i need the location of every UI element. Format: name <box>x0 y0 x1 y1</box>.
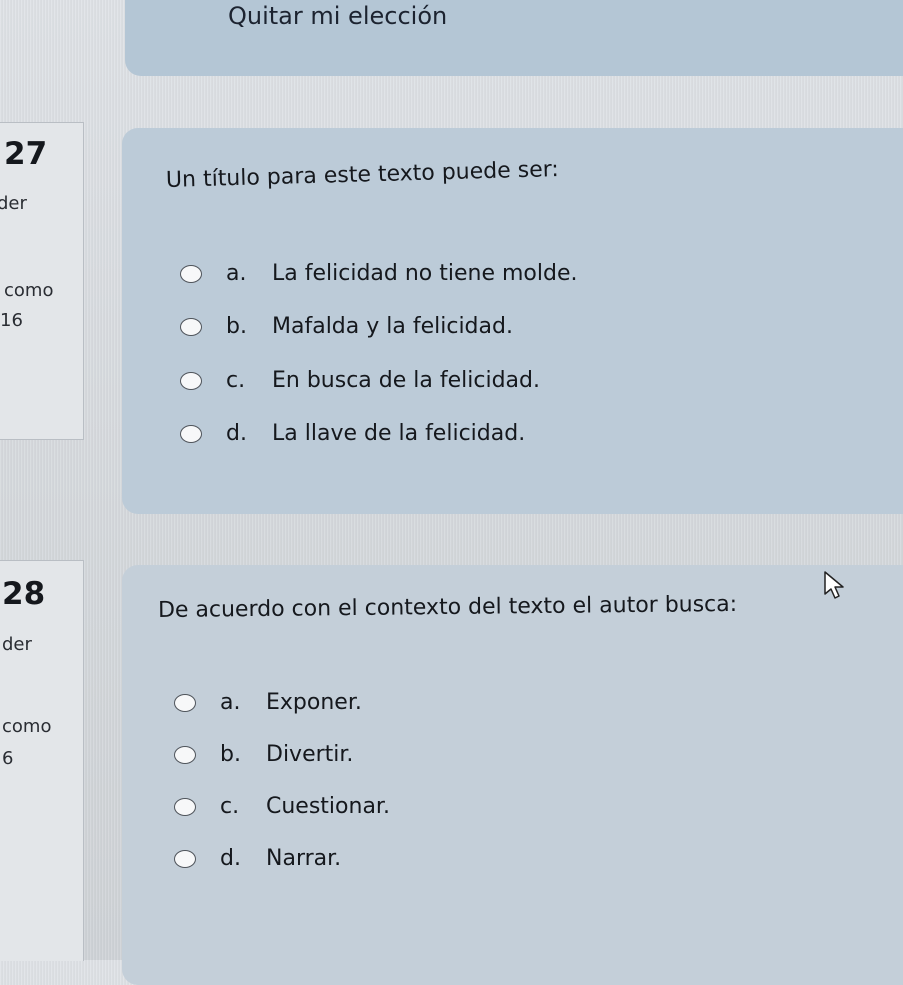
question-info-text: como <box>4 280 54 301</box>
question-info-text: como <box>2 716 52 737</box>
answer-option-d[interactable]: d. Narrar. <box>174 846 341 871</box>
radio-unselected-icon[interactable] <box>174 797 196 816</box>
answer-option-d[interactable]: d. La llave de la felicidad. <box>180 421 525 446</box>
radio-unselected-icon[interactable] <box>180 317 202 336</box>
option-letter: b. <box>226 314 247 339</box>
question-panel <box>122 565 903 985</box>
question-info-text: der <box>2 634 32 655</box>
answer-option-b[interactable]: b. Mafalda y la felicidad. <box>180 314 513 339</box>
option-letter: a. <box>220 690 241 715</box>
option-letter: b. <box>220 742 241 767</box>
option-text: Exponer. <box>266 690 362 715</box>
option-text: Divertir. <box>266 742 354 767</box>
radio-unselected-icon[interactable] <box>180 371 202 390</box>
option-letter: d. <box>226 421 247 446</box>
clear-choice-link[interactable]: Quitar mi elección <box>228 2 447 30</box>
question-info-text: der <box>0 193 27 214</box>
option-text: Mafalda y la felicidad. <box>272 314 513 339</box>
option-text: La felicidad no tiene molde. <box>272 261 578 286</box>
question-number: 28 <box>2 576 46 612</box>
answer-option-c[interactable]: c. En busca de la felicidad. <box>180 368 540 393</box>
option-text: En busca de la felicidad. <box>272 368 540 393</box>
option-letter: a. <box>226 261 247 286</box>
question-info-text: 16 <box>0 310 23 331</box>
answer-option-a[interactable]: a. La felicidad no tiene molde. <box>180 261 578 286</box>
answer-option-a[interactable]: a. Exponer. <box>174 690 362 715</box>
option-text: La llave de la felicidad. <box>272 421 526 446</box>
radio-unselected-icon[interactable] <box>180 424 202 443</box>
mouse-pointer-icon <box>824 571 844 599</box>
option-text: Cuestionar. <box>266 794 390 819</box>
question-info-text: 6 <box>2 748 14 769</box>
option-letter: d. <box>220 846 241 871</box>
option-letter: c. <box>226 368 246 393</box>
answer-option-b[interactable]: b. Divertir. <box>174 742 353 767</box>
option-text: Narrar. <box>266 846 342 871</box>
radio-unselected-icon[interactable] <box>174 849 196 868</box>
question-number: 27 <box>4 136 48 172</box>
radio-unselected-icon[interactable] <box>174 693 196 712</box>
option-letter: c. <box>220 794 240 819</box>
radio-unselected-icon[interactable] <box>174 745 196 764</box>
radio-unselected-icon[interactable] <box>180 264 202 283</box>
answer-option-c[interactable]: c. Cuestionar. <box>174 794 390 819</box>
